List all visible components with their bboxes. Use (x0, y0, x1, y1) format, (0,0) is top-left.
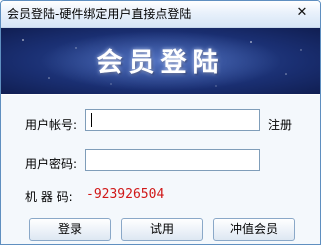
banner-heading: 会员登陆 (96, 48, 225, 78)
machine-code-value: -923926504 (86, 187, 165, 202)
password-label: 用户密码: (25, 157, 78, 171)
trial-button[interactable]: 试用 (121, 218, 203, 241)
password-input[interactable] (85, 149, 260, 171)
account-label: 用户帐号: (25, 118, 78, 132)
header-banner: 会员登陆 (1, 28, 320, 94)
text-caret (91, 113, 92, 127)
account-input[interactable] (85, 109, 260, 131)
window-title: 会员登陆-硬件绑定用户直接点登陆 (7, 7, 192, 21)
register-link[interactable]: 注册 (268, 116, 292, 133)
login-form: 用户帐号: 注册 用户密码: 机 器 码: -923926504 (1, 95, 320, 212)
recharge-member-button[interactable]: 冲值会员 (213, 218, 295, 241)
title-bar[interactable]: 会员登陆-硬件绑定用户直接点登陆 ✕ (1, 1, 320, 28)
login-button[interactable]: 登录 (29, 218, 111, 241)
machine-code-label: 机 器 码: (25, 190, 73, 204)
close-icon[interactable]: ✕ (292, 4, 312, 22)
login-window: 会员登陆-硬件绑定用户直接点登陆 ✕ 会员登陆 用户帐号: 注册 用户密码: 机… (0, 0, 321, 245)
button-bar: 登录 试用 冲值会员 (1, 212, 320, 244)
